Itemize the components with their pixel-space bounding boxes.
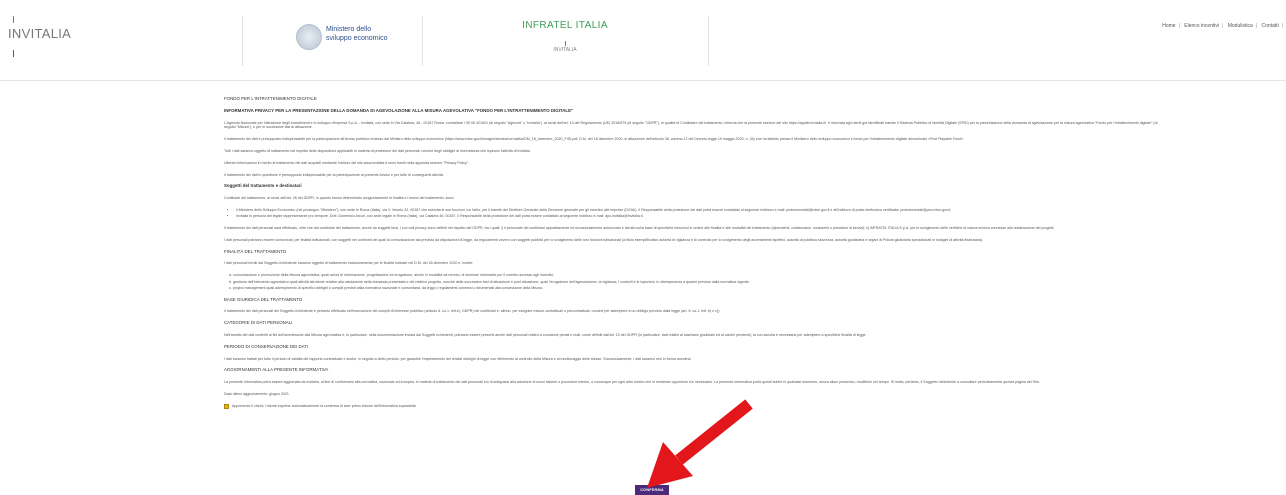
logo-green-bar (13, 16, 14, 23)
top-nav: Home | Elenco incentivi | Modulistica | Con… (1159, 23, 1283, 29)
paragraph: I dati saranno trattati per tutto il per… (224, 356, 692, 361)
paragraph: Il trattamento dei dati è presupposto in… (224, 137, 965, 142)
list-item: a. comunicazione e promozione della Misu… (229, 273, 555, 278)
finalita-list: a. comunicazione e promozione della Misu… (224, 273, 1164, 290)
nav-home[interactable]: Home (1159, 23, 1178, 29)
section-heading: PERIODO DI CONSERVAZIONE DEI DATI (224, 343, 309, 349)
nav-contatti[interactable]: Contatti (1258, 23, 1281, 29)
last-update: Data ultimo aggiornamento: giugno 2021 (224, 392, 289, 397)
page-title: FONDO PER L'INTRATTENIMENTO DIGITALE (224, 96, 317, 101)
paragraph: L'Agenzia Nazionale per l'attrazione deg… (224, 120, 1158, 130)
page-subtitle: INFORMATIVA PRIVACY PER LA PRESENTAZIONE… (224, 107, 574, 113)
infratel-bar (564, 41, 566, 46)
header-divider (708, 16, 709, 66)
list-item: c. project management quali adempimento … (229, 285, 544, 290)
paragraph: I dati personali forniti dal Soggetto ri… (224, 261, 474, 266)
privacy-notice: FONDO PER L'INTRATTENIMENTO DIGITALE INF… (224, 96, 1164, 409)
nav-modulistica[interactable]: Modulistica (1225, 23, 1256, 29)
paragraph: La presente informativa potrà essere agg… (224, 380, 1040, 385)
republic-emblem-icon (296, 24, 322, 50)
paragraph: I dati personali potranno essere comunic… (224, 237, 984, 242)
consent-checkbox[interactable] (224, 403, 229, 409)
section-heading: FINALITÀ DEL TRATTAMENTO (224, 248, 287, 254)
paragraph: Il trattamento dei dati personali sarà e… (224, 226, 1055, 231)
paragraph: Il trattamento dei dati in questione è p… (224, 172, 444, 177)
header-divider (422, 16, 423, 66)
paragraph: Nell'ambito dei dati conferiti ai fini d… (224, 333, 867, 338)
nav-elenco-incentivi[interactable]: Elenco incentivi (1181, 23, 1222, 29)
contitolari-list: il Ministero dello Sviluppo Economico (n… (224, 208, 1164, 219)
logo-red-bar (13, 50, 14, 57)
paragraph: Il trattamento dei dati personali del So… (224, 309, 721, 314)
site-header: INVITALIA Ministero dello sviluppo econo… (0, 0, 1286, 81)
section-heading: CATEGORIE DI DATI PERSONALI (224, 320, 293, 326)
brand-name: INVITALIA (8, 26, 72, 41)
infratel-subtitle: INVITALIA (553, 47, 577, 53)
list-item: il Ministero dello Sviluppo Economico (n… (236, 208, 1164, 213)
infratel-title: INFRATEL ITALIA (522, 20, 608, 31)
consent-label: Apponendo il check, l'utente esprime aut… (232, 404, 416, 409)
section-heading: AGGIORNAMENTI ALLA PRESENTE INFORMATIVA (224, 367, 329, 373)
red-arrow-annotation-icon (647, 399, 753, 488)
ministero-line1: Ministero dello (326, 26, 372, 33)
infratel-logo[interactable]: INFRATEL ITALIA INVITALIA (490, 20, 640, 53)
paragraph: Tutti i dati saranno oggetto di trattame… (224, 148, 531, 153)
ministero-line2: sviluppo economico (326, 35, 388, 42)
section-heading: Soggetti del trattamento e destinatari (224, 183, 302, 189)
paragraph: Ulteriori informazioni in merito al trat… (224, 160, 470, 165)
invitalia-logo[interactable]: INVITALIA (8, 16, 72, 57)
header-divider (242, 16, 243, 66)
list-item: Invitalia in persona del legale rapprese… (236, 214, 1164, 219)
list-item: b. gestione dell'intervento agevolativo … (229, 279, 750, 284)
section-heading: BASE GIURIDICA DEL TRATTAMENTO (224, 296, 303, 302)
paragraph: Contitolari del trattamento, ai sensi de… (224, 196, 455, 201)
